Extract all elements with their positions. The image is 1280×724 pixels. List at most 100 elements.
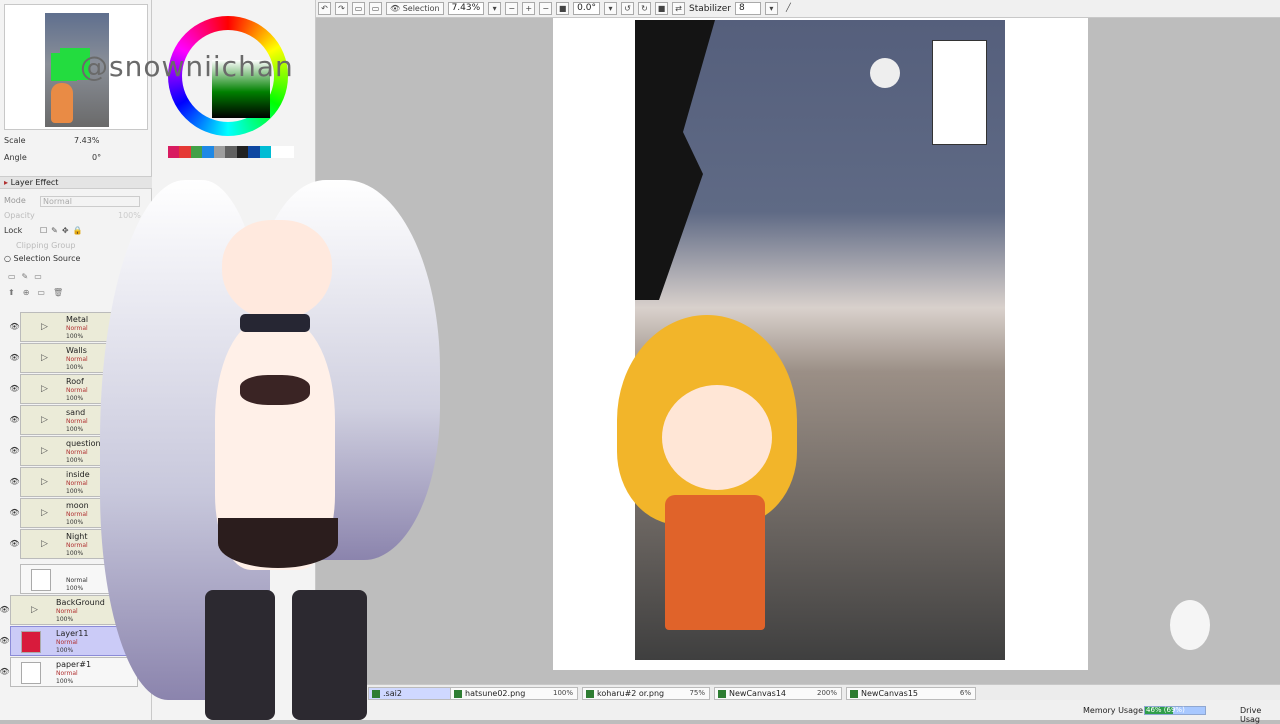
folder-toggle-icon[interactable]: ▷ bbox=[41, 539, 48, 549]
eye-icon[interactable]: 👁 bbox=[0, 635, 10, 646]
layer-item-selected[interactable]: 👁 Layer11 Normal 100% bbox=[0, 626, 138, 656]
swatch[interactable] bbox=[271, 146, 283, 158]
eye-icon[interactable]: 👁 bbox=[9, 383, 20, 394]
layer-item[interactable]: 👁 ▷ sand Normal 100% bbox=[9, 405, 140, 435]
color-wheel[interactable] bbox=[168, 16, 288, 136]
layer-mode: Normal bbox=[66, 577, 88, 584]
zoom-out-button[interactable]: − bbox=[505, 2, 519, 15]
redo-button[interactable]: ↷ bbox=[335, 2, 348, 15]
eye-icon[interactable]: 👁 bbox=[9, 538, 20, 549]
swatch[interactable] bbox=[190, 146, 203, 158]
clipping-group-checkbox[interactable]: Clipping Group bbox=[16, 241, 75, 250]
swatch[interactable] bbox=[213, 146, 226, 158]
folder-toggle-icon[interactable]: ▷ bbox=[41, 415, 48, 425]
layer-item[interactable]: 👁 ▷ BackGround Normal 100% bbox=[0, 595, 138, 625]
selection-toggle[interactable]: 👁 Selection bbox=[386, 2, 444, 15]
opacity-value[interactable]: 100% bbox=[118, 211, 141, 220]
layer-effect-header[interactable]: ▸ Layer Effect bbox=[0, 176, 152, 189]
rotate-left-button[interactable]: ↺ bbox=[621, 2, 634, 15]
color-swatches[interactable] bbox=[168, 146, 294, 158]
layer-item[interactable]: 👁 ▷ inside Normal 100% bbox=[9, 467, 140, 497]
tab-name: koharu#2 or.png bbox=[597, 689, 665, 698]
folder-toggle-icon[interactable]: ▷ bbox=[41, 477, 48, 487]
layer-mode: Normal bbox=[56, 639, 78, 646]
stabilizer-menu-button[interactable]: ▾ bbox=[764, 2, 778, 15]
pen-pressure-icon[interactable]: ╱ bbox=[782, 2, 795, 15]
document-icon bbox=[372, 690, 380, 698]
eye-icon[interactable]: 👁 bbox=[9, 476, 20, 487]
document-icon bbox=[718, 690, 726, 698]
eye-icon[interactable]: 👁 bbox=[9, 414, 20, 425]
deselect-button[interactable]: ▭ bbox=[352, 2, 365, 15]
layer-opacity: 100% bbox=[66, 488, 84, 495]
undo-button[interactable]: ↶ bbox=[318, 2, 331, 15]
document-tabs: .sai2 7% hatsune02.png 100% koharu#2 or.… bbox=[316, 684, 1280, 700]
layer-item[interactable]: 👁 ▷ Metal Normal 100% bbox=[9, 312, 140, 342]
layer-list: 👁 ▷ Metal Normal 100% 👁 ▷ Walls Normal 100… bbox=[0, 310, 150, 690]
layer-item[interactable]: 👁 ▷ Night Normal 100% bbox=[9, 529, 140, 559]
swatch[interactable] bbox=[236, 146, 249, 158]
swatch[interactable] bbox=[168, 146, 180, 158]
eye-icon[interactable]: 👁 bbox=[9, 321, 20, 332]
snowflake bbox=[1170, 600, 1210, 650]
tab-name: .sai2 bbox=[383, 689, 402, 698]
select-all-button[interactable]: ▭ bbox=[369, 2, 382, 15]
zoom-reset-button[interactable]: − bbox=[539, 2, 553, 15]
angle-input[interactable]: 0.0° bbox=[573, 2, 600, 15]
layer-item[interactable]: 👁 ▷ Walls Normal 100% bbox=[9, 343, 140, 373]
rotate-reset-button[interactable]: ■ bbox=[655, 2, 668, 15]
swatch[interactable] bbox=[282, 146, 294, 158]
swatch[interactable] bbox=[259, 146, 272, 158]
layer-item[interactable]: 👁 ▷ Roof Normal 100% bbox=[9, 374, 140, 404]
stabilizer-input[interactable]: 8 bbox=[734, 2, 761, 15]
document-tab[interactable]: hatsune02.png 100% bbox=[450, 687, 578, 700]
layer-name: sand bbox=[66, 408, 86, 417]
zoom-fit-button[interactable]: ■ bbox=[556, 2, 570, 15]
document-tab[interactable]: NewCanvas14 200% bbox=[714, 687, 842, 700]
layer-item[interactable]: Normal 100% bbox=[20, 564, 140, 594]
folder-toggle-icon[interactable]: ▷ bbox=[41, 446, 48, 456]
swatch[interactable] bbox=[179, 146, 191, 158]
swatch[interactable] bbox=[248, 146, 260, 158]
layer-action-buttons[interactable]: ⬆⊕▭🗑 bbox=[8, 288, 71, 297]
swatch[interactable] bbox=[225, 146, 237, 158]
angle-value[interactable]: 0° bbox=[92, 153, 101, 162]
opacity-label: Opacity bbox=[4, 211, 35, 220]
scale-label: Scale bbox=[4, 136, 26, 145]
lock-label: Lock bbox=[4, 226, 23, 235]
rotate-right-button[interactable]: ↻ bbox=[638, 2, 651, 15]
eye-icon[interactable]: 👁 bbox=[0, 604, 10, 615]
eye-icon[interactable]: 👁 bbox=[9, 352, 20, 363]
navigator-preview[interactable] bbox=[4, 4, 148, 130]
document-tab[interactable]: NewCanvas15 6% bbox=[846, 687, 976, 700]
layer-item[interactable]: 👁 ▷ moon Normal 100% bbox=[9, 498, 140, 528]
layer-mode: Normal bbox=[66, 325, 88, 332]
mode-select[interactable]: Normal bbox=[40, 196, 140, 207]
flip-horizontal-button[interactable]: ⇄ bbox=[672, 2, 685, 15]
document-tab[interactable]: koharu#2 or.png 75% bbox=[582, 687, 710, 700]
lock-icons[interactable]: ☐✎✥🔒 bbox=[40, 226, 87, 235]
document-icon bbox=[454, 690, 462, 698]
new-layer-buttons[interactable]: ▭✎▭ bbox=[8, 272, 48, 281]
folder-toggle-icon[interactable]: ▷ bbox=[41, 322, 48, 332]
zoom-input[interactable]: 7.43% bbox=[447, 2, 485, 15]
layer-item[interactable]: 👁 paper#1 Normal 100% bbox=[0, 657, 138, 687]
layer-thumbnail bbox=[31, 569, 51, 591]
folder-toggle-icon[interactable]: ▷ bbox=[41, 508, 48, 518]
eye-icon[interactable]: 👁 bbox=[9, 445, 20, 456]
layer-item[interactable]: 👁 ▷ question Normal 100% bbox=[9, 436, 140, 466]
folder-toggle-icon[interactable]: ▷ bbox=[41, 384, 48, 394]
eye-icon[interactable]: 👁 bbox=[9, 507, 20, 518]
zoom-menu-button[interactable]: ▾ bbox=[488, 2, 502, 15]
angle-menu-button[interactable]: ▾ bbox=[604, 2, 617, 15]
folder-toggle-icon[interactable]: ▷ bbox=[31, 605, 38, 615]
chibi-character-apron bbox=[665, 495, 765, 630]
navigator-character bbox=[51, 83, 73, 123]
selection-source-radio[interactable]: ○ Selection Source bbox=[4, 254, 80, 263]
scale-value[interactable]: 7.43% bbox=[74, 136, 99, 145]
folder-toggle-icon[interactable]: ▷ bbox=[41, 353, 48, 363]
saturation-value-square[interactable] bbox=[212, 60, 270, 118]
zoom-in-button[interactable]: + bbox=[522, 2, 536, 15]
swatch[interactable] bbox=[202, 146, 214, 158]
eye-icon[interactable]: 👁 bbox=[0, 666, 10, 677]
